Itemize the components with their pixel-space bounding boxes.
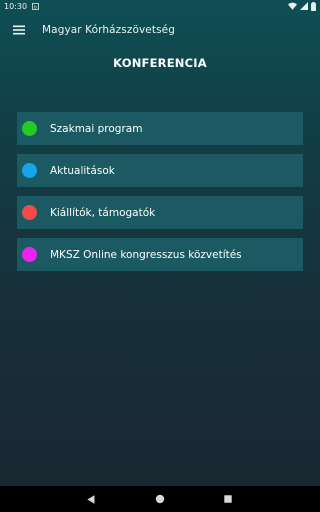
menu-item-online-kongresszus[interactable]: MKSZ Online kongresszus közvetítés xyxy=(17,238,303,271)
menu-item-label: Kiállítók, támogatók xyxy=(50,206,156,219)
menu-item-kiallitok-tamogatok[interactable]: Kiállítók, támogatók xyxy=(17,196,303,229)
menu-item-label: Szakmai program xyxy=(50,122,143,135)
menu-item-szakmai-program[interactable]: Szakmai program xyxy=(17,112,303,145)
app-title: Magyar Kórházszövetség xyxy=(42,24,175,36)
back-icon[interactable] xyxy=(76,486,106,512)
home-icon[interactable] xyxy=(145,486,175,512)
menu-item-aktualitasok[interactable]: Aktualitások xyxy=(17,154,303,187)
battery-icon xyxy=(311,1,316,11)
system-nav-bar xyxy=(0,486,320,512)
magenta-dot-icon xyxy=(22,247,37,262)
page-title: KONFERENCIA xyxy=(113,56,207,70)
app-bar: Magyar Kórházszövetség xyxy=(0,12,320,48)
app-screen: 10:30 b Magyar Kórházszövetség KONFERENC… xyxy=(0,0,320,512)
menu-item-label: Aktualitások xyxy=(50,164,115,177)
notification-icon: b xyxy=(32,2,40,10)
conference-menu-list: Szakmai program Aktualitások Kiállítók, … xyxy=(17,112,303,280)
recents-icon[interactable] xyxy=(213,486,243,512)
green-dot-icon xyxy=(22,121,37,136)
wifi-icon xyxy=(288,2,297,10)
status-bar: 10:30 b xyxy=(0,0,320,12)
menu-item-label: MKSZ Online kongresszus közvetítés xyxy=(50,248,242,261)
blue-dot-icon xyxy=(22,163,37,178)
red-dot-icon xyxy=(22,205,37,220)
hamburger-menu-icon[interactable] xyxy=(1,12,37,48)
status-time: 10:30 xyxy=(4,1,28,11)
signal-icon xyxy=(300,2,308,10)
svg-text:b: b xyxy=(34,4,37,9)
